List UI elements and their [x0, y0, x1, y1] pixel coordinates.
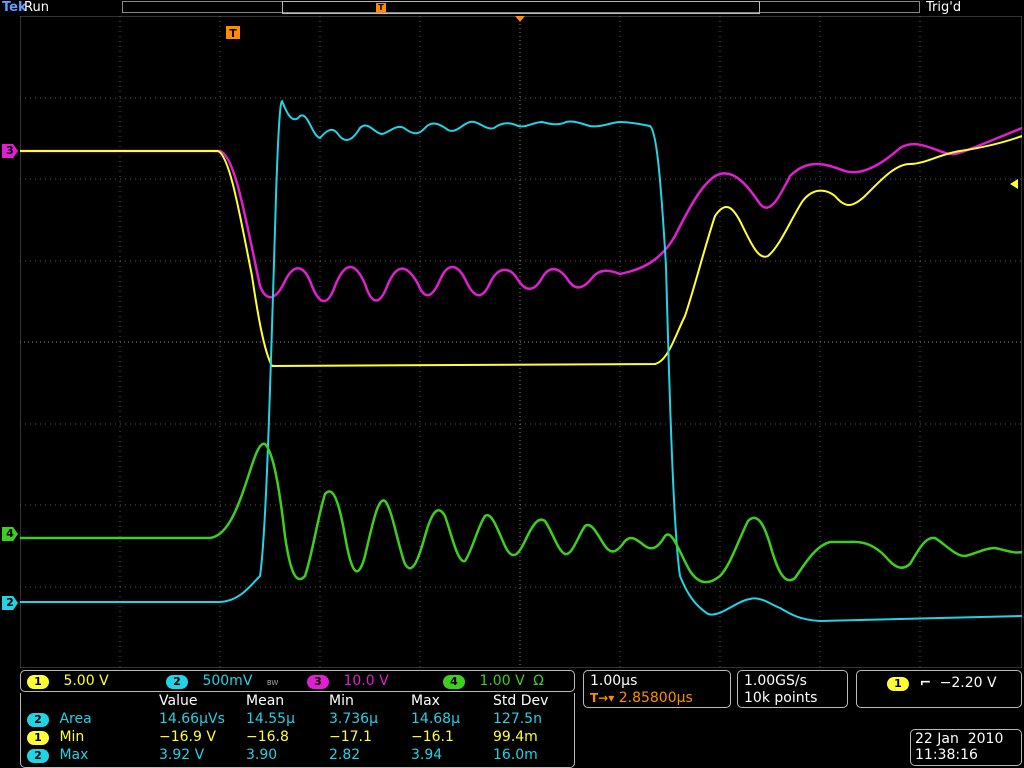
svg-text:T: T — [229, 27, 237, 40]
timebase-readout[interactable]: 1.00µs T→▾ 2.85800µs — [583, 670, 731, 708]
measurement-table: Value Mean Min Max Std Dev 2 Area 14.66µ… — [20, 693, 575, 768]
horizontal-scale: 1.00µs — [590, 673, 638, 689]
trigger-level: −2.20 V — [939, 675, 997, 691]
table-cell: 99.4m — [493, 729, 538, 745]
date: 22 Jan 2010 — [915, 731, 1004, 747]
acquisition-readout[interactable]: 1.00GS/s 10k points — [737, 670, 848, 708]
waveform-display[interactable]: T — [20, 16, 1022, 668]
table-cell: 3.90 — [246, 747, 278, 763]
table-row[interactable]: 2 Area — [27, 711, 92, 727]
table-cell: 127.5n — [493, 711, 542, 727]
table-cell: 14.68µ — [411, 711, 460, 727]
col-header-max: Max — [411, 693, 440, 709]
ch3-position-marker[interactable]: 3 — [2, 144, 18, 158]
col-header-min: Min — [329, 693, 354, 709]
trigger-readout[interactable]: 1 ⌐ −2.20 V — [856, 670, 1022, 708]
status-bar: Tek Run Trig'd — [0, 0, 1024, 16]
ch2-position-marker[interactable]: 2 — [2, 596, 18, 610]
ch4-scale[interactable]: 4 1.00 V Ω — [443, 673, 544, 689]
table-cell: 16.0m — [493, 747, 538, 763]
trigger-position-marker: T — [226, 26, 240, 40]
delay-icon: T→▾ — [590, 691, 615, 705]
trigger-source: 1 ⌐ −2.20 V — [887, 675, 997, 691]
ch1-scale[interactable]: 1 5.00 V — [27, 673, 109, 689]
table-cell: −16.9 V — [159, 729, 216, 745]
timestamp: 22 Jan 2010 11:38:16 — [910, 729, 1022, 766]
trigger-marker-top: T — [376, 3, 386, 13]
col-header-value: Value — [159, 693, 198, 709]
channel-scale-bar: 1 5.00 V 2 500mV BW 3 10.0 V 4 1.00 V Ω — [20, 670, 575, 692]
table-cell: −17.1 — [329, 729, 372, 745]
table-row[interactable]: 1 Min — [27, 729, 84, 745]
col-header-mean: Mean — [246, 693, 285, 709]
time: 11:38:16 — [915, 747, 978, 763]
trigger-state: Trig'd — [926, 0, 962, 15]
table-row[interactable]: 2 Max — [27, 747, 88, 763]
record-view-window[interactable] — [282, 1, 760, 14]
table-cell: 3.92 V — [159, 747, 205, 763]
ch2-scale[interactable]: 2 500mV BW — [166, 673, 278, 689]
brand-logo: Tek — [2, 0, 27, 15]
ch3-scale[interactable]: 3 10.0 V — [307, 673, 389, 689]
table-cell: 14.66µVs — [159, 711, 225, 727]
table-cell: 14.55µ — [246, 711, 295, 727]
table-cell: −16.8 — [246, 729, 289, 745]
falling-edge-icon: ⌐ — [919, 675, 932, 691]
readout-panel: 1 5.00 V 2 500mV BW 3 10.0 V 4 1.00 V Ω … — [0, 668, 1024, 768]
record-length: 10k points — [744, 690, 818, 706]
bandwidth-limit-icon: BW — [266, 679, 279, 687]
run-state: Run — [24, 0, 49, 15]
table-cell: 3.736µ — [329, 711, 378, 727]
table-cell: 3.94 — [411, 747, 443, 763]
ch4-position-marker[interactable]: 4 — [2, 527, 18, 541]
table-cell: −16.1 — [411, 729, 454, 745]
table-cell: 2.82 — [329, 747, 361, 763]
ohm-icon: Ω — [533, 673, 544, 689]
sample-rate: 1.00GS/s — [744, 673, 807, 689]
col-header-std-dev: Std Dev — [493, 693, 549, 709]
horizontal-delay: T→▾ 2.85800µs — [590, 690, 693, 706]
